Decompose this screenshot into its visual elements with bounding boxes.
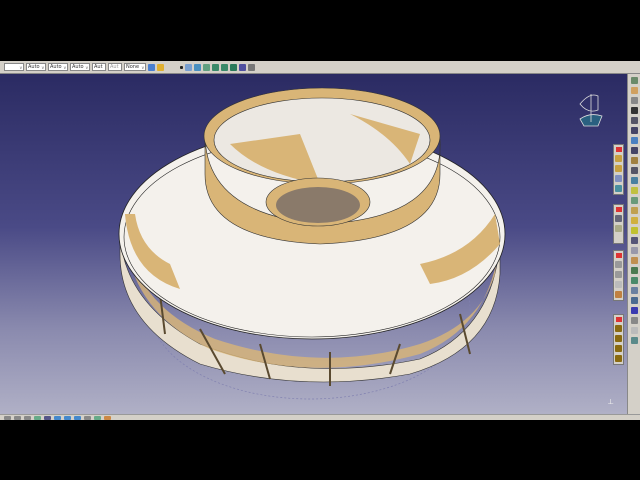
tool-icon[interactable]: [630, 217, 638, 224]
line-thickness-select[interactable]: Auto v: [48, 63, 68, 71]
hub-hole: [276, 187, 360, 223]
tool-icon[interactable]: [630, 287, 638, 294]
close-icon[interactable]: [615, 147, 622, 152]
tool-icon[interactable]: [615, 165, 622, 172]
tool-icon[interactable]: [630, 247, 638, 254]
transparency-select[interactable]: Auto v: [26, 63, 46, 71]
render-style-select[interactable]: Aut: [108, 63, 122, 71]
tool-icon[interactable]: [84, 415, 91, 420]
tool-icon[interactable]: [615, 291, 622, 298]
tool-icon[interactable]: [630, 187, 638, 194]
tool-icon[interactable]: [615, 335, 622, 342]
tool-icon[interactable]: [615, 261, 622, 268]
tool-icon[interactable]: [630, 147, 638, 154]
tool-icon[interactable]: [54, 415, 61, 420]
tool-icon[interactable]: [630, 117, 638, 124]
tool-icon[interactable]: [630, 267, 638, 274]
point-icon[interactable]: [180, 65, 183, 69]
tool-icon[interactable]: [630, 227, 638, 234]
zoom-in-icon[interactable]: [212, 63, 219, 71]
tool-icon[interactable]: [630, 127, 638, 134]
tool-icon[interactable]: [630, 327, 638, 334]
tool-icon[interactable]: [615, 271, 622, 278]
tool-icon[interactable]: [44, 415, 51, 420]
tool-icon[interactable]: [34, 415, 41, 420]
tool-icon[interactable]: [74, 415, 81, 420]
bottom-toolbar: [0, 414, 640, 420]
tool-icon[interactable]: [630, 197, 638, 204]
tool-icon[interactable]: [630, 77, 638, 84]
axis-triad-icon: ⟂: [608, 397, 614, 406]
close-icon[interactable]: [615, 207, 622, 212]
right-toolbar: [627, 74, 640, 414]
tool-icon[interactable]: [94, 415, 101, 420]
tool-icon[interactable]: [630, 337, 638, 344]
fly-icon[interactable]: [203, 63, 210, 71]
graphic-properties-toolbar: v Auto v Auto v Auto v Aut Aut None v: [0, 61, 640, 74]
tool-icon[interactable]: [630, 257, 638, 264]
tool-icon[interactable]: [64, 415, 71, 420]
tool-icon[interactable]: [104, 415, 111, 420]
hide-show-icon[interactable]: [248, 63, 255, 71]
3d-viewport[interactable]: ⟂: [0, 74, 627, 414]
floating-toolbar-2: [613, 204, 624, 244]
tool-icon[interactable]: [615, 355, 622, 362]
tool-icon[interactable]: [630, 107, 638, 114]
tool-icon[interactable]: [630, 87, 638, 94]
tool-icon[interactable]: [615, 281, 622, 288]
tool-icon[interactable]: [615, 175, 622, 182]
tool-icon[interactable]: [630, 137, 638, 144]
tool-icon[interactable]: [615, 345, 622, 352]
floating-toolbar-3: [613, 250, 624, 301]
tool-icon[interactable]: [630, 277, 638, 284]
tool-icon[interactable]: [630, 177, 638, 184]
graphic-properties-icon[interactable]: [157, 63, 164, 71]
line-icon[interactable]: [615, 215, 622, 222]
zoom-out-icon[interactable]: [221, 63, 228, 71]
compass-icon[interactable]: [579, 94, 603, 127]
format-painter-icon[interactable]: [148, 63, 155, 71]
tool-icon[interactable]: [630, 297, 638, 304]
impeller-model[interactable]: ⟂: [0, 74, 627, 414]
close-icon[interactable]: [615, 253, 622, 258]
tool-icon[interactable]: [630, 237, 638, 244]
floating-toolbar-4: [613, 314, 624, 365]
close-icon[interactable]: [615, 317, 622, 322]
tool-icon[interactable]: [630, 167, 638, 174]
tool-icon[interactable]: [630, 307, 638, 314]
new-icon[interactable]: [4, 415, 11, 420]
tool-icon[interactable]: [630, 97, 638, 104]
save-icon[interactable]: [24, 415, 31, 420]
tool-icon[interactable]: [615, 185, 622, 192]
tool-icon[interactable]: [630, 157, 638, 164]
normal-view-icon[interactable]: [230, 63, 237, 71]
rotate-icon[interactable]: [194, 63, 201, 71]
plane-icon[interactable]: [615, 225, 622, 232]
open-icon[interactable]: [14, 415, 21, 420]
catia-window: v Auto v Auto v Auto v Aut Aut None v ⟂: [0, 61, 640, 420]
point-symbol-select[interactable]: Aut: [92, 63, 106, 71]
multi-view-icon[interactable]: [239, 63, 246, 71]
tool-icon[interactable]: [615, 325, 622, 332]
tool-icon[interactable]: [630, 317, 638, 324]
tool-icon[interactable]: [615, 155, 622, 162]
tool-icon[interactable]: [630, 207, 638, 214]
floating-toolbar-1: [613, 144, 624, 195]
layer-select[interactable]: None v: [124, 63, 146, 71]
pan-icon[interactable]: [185, 63, 192, 71]
linetype-select[interactable]: Auto v: [70, 63, 90, 71]
color-select[interactable]: v: [4, 63, 24, 71]
